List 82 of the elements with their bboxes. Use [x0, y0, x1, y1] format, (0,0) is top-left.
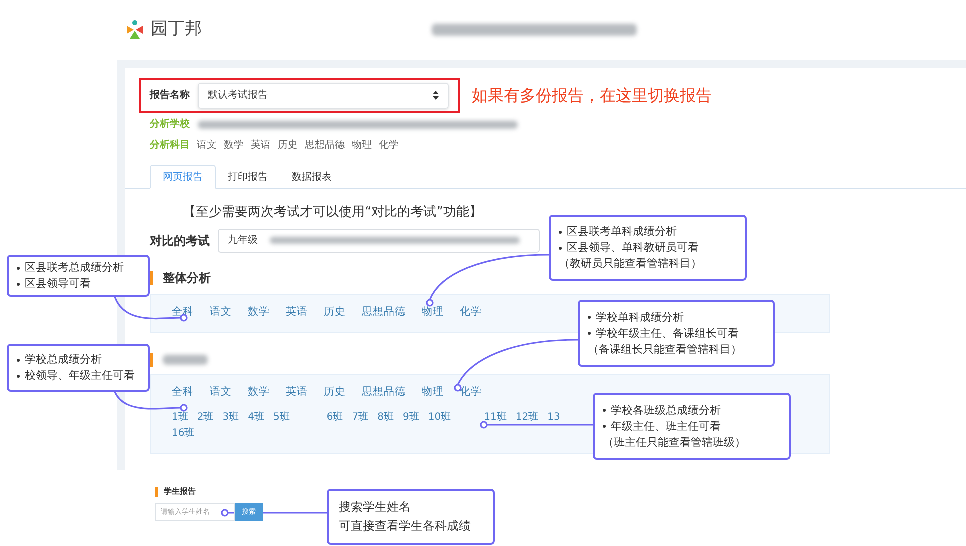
class-link[interactable]: 12班 [516, 410, 539, 426]
subject-link[interactable]: 历史 [324, 305, 346, 321]
callout-text: 学校各班级总成绩分析 [611, 402, 721, 418]
subject-link[interactable]: 语文 [210, 305, 232, 321]
subject-link[interactable]: 历史 [324, 384, 346, 400]
notice-text: 【至少需要两次考试才可以使用“对比的考试”功能】 [183, 204, 484, 222]
callout-text: （教研员只能查看管辖科目） [559, 256, 703, 272]
subject-name: 化学 [379, 139, 399, 153]
class-link[interactable]: 2班 [197, 410, 214, 426]
callout-text: 学校总成绩分析 [25, 352, 102, 368]
bullet-icon [603, 409, 606, 412]
subject-link[interactable]: 数学 [248, 305, 270, 321]
section-title: 学生报告 [164, 486, 196, 498]
logo-icon [125, 20, 145, 40]
callout-text: 区县联考单科成绩分析 [567, 224, 677, 240]
class-link[interactable]: 11班 [484, 410, 507, 426]
callout-text: 校领导、年级主任可看 [25, 368, 135, 384]
blurred-text [163, 354, 208, 364]
callout-text: （班主任只能查看管辖班级） [603, 434, 747, 450]
class-link[interactable]: 7班 [352, 410, 369, 426]
field-label: 分析学校 [150, 118, 190, 132]
subject-link[interactable]: 数学 [248, 384, 270, 400]
subject-link[interactable]: 思想品德 [362, 305, 406, 321]
bullet-icon [559, 230, 562, 234]
subject-name: 历史 [278, 138, 298, 153]
sort-icon [433, 91, 439, 100]
field-label: 对比的考试 [150, 232, 210, 250]
tab[interactable]: 打印报告 [216, 165, 280, 189]
callout-text: 区县联考总成绩分析 [25, 260, 124, 276]
tab[interactable]: 数据报表 [280, 165, 344, 189]
callout-text: 学校年级主任、备课组长可看 [596, 326, 739, 342]
callout-text: （备课组长只能查看管辖科目） [588, 342, 743, 358]
subject-link[interactable]: 英语 [286, 305, 308, 321]
subject-link[interactable]: 英语 [286, 384, 308, 400]
field-label: 报告名称 [150, 88, 190, 103]
class-link[interactable]: 4班 [248, 410, 264, 426]
class-link[interactable]: 10班 [428, 410, 452, 426]
class-link[interactable]: 9班 [403, 410, 420, 426]
bullet-icon [17, 374, 20, 378]
subject-link[interactable]: 思想品德 [362, 384, 406, 400]
subject-link[interactable]: 全科 [172, 384, 194, 400]
class-link[interactable]: 5班 [274, 410, 290, 426]
class-link[interactable]: 1班 [172, 410, 188, 426]
annotation-text: 如果有多份报告，在这里切换报告 [472, 84, 712, 106]
bullet-icon [17, 266, 20, 270]
field-label: 分析科目 [150, 138, 190, 153]
section-marker [155, 487, 158, 497]
bullet-icon [588, 332, 591, 335]
subject-name: 语文 [197, 138, 217, 153]
bullet-icon [588, 316, 591, 319]
select-field[interactable]: 默认考试报告 [198, 82, 449, 108]
logo-text: 园丁邦 [151, 18, 202, 42]
subject-link[interactable]: 语文 [210, 384, 232, 400]
callout-text: 区县领导可看 [25, 276, 91, 292]
class-link[interactable]: 3班 [222, 410, 240, 426]
subject-name: 思想品德 [305, 138, 345, 153]
bullet-icon [559, 246, 562, 250]
callout-text: 学校单科成绩分析 [596, 310, 684, 326]
subject-link[interactable]: 全科 [172, 305, 194, 321]
class-link[interactable]: 6班 [326, 410, 344, 426]
section-marker [150, 270, 153, 284]
class-link[interactable]: 13 [548, 410, 560, 426]
section-title: 整体分析 [163, 270, 211, 286]
class-link[interactable]: 16班 [172, 426, 195, 442]
callout-text: 区县领导、单科教研员可看 [567, 240, 699, 256]
select-field[interactable]: 九年级 [218, 228, 540, 252]
subject-link[interactable]: 化学 [460, 305, 482, 321]
callout-text: 搜索学生姓名 [338, 499, 412, 516]
subject-link[interactable]: 物理 [422, 305, 444, 321]
subject-name: 数学 [224, 139, 244, 153]
subject-name: 物理 [352, 139, 372, 153]
section-marker [150, 352, 153, 366]
bullet-icon [17, 282, 20, 286]
callout-text: 年级主任、班主任可看 [611, 418, 721, 434]
subject-link[interactable]: 化学 [460, 384, 482, 400]
subject-link[interactable]: 物理 [422, 384, 444, 400]
bullet-icon [17, 358, 20, 362]
bullet-icon [603, 425, 606, 428]
tab[interactable]: 网页报告 [150, 165, 216, 189]
class-link[interactable]: 8班 [378, 410, 394, 426]
callout-text: 可直接查看学生各科成绩 [338, 518, 472, 535]
subject-name: 英语 [251, 138, 271, 153]
